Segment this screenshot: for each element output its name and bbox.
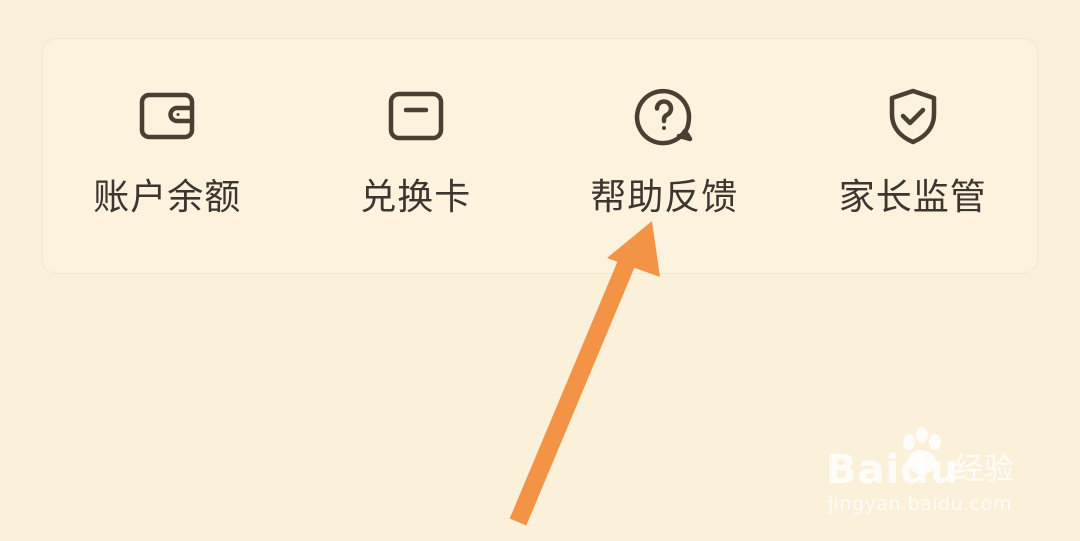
baidu-jingyan-watermark: Baidu 经验 jingyan.baidu.com (826, 426, 1026, 526)
menu-item-parental-control[interactable]: 家长监管 (789, 39, 1038, 273)
quick-menu-card: 账户余额 兑换卡 帮助反馈 家长监管 (42, 38, 1038, 274)
menu-item-label: 帮助反馈 (590, 177, 739, 218)
watermark-product: 经验 (954, 452, 1014, 487)
menu-item-redeem-card[interactable]: 兑换卡 (292, 39, 541, 273)
menu-item-label: 账户余额 (93, 177, 242, 218)
menu-item-label: 兑换卡 (360, 177, 472, 218)
wallet-icon (137, 86, 197, 146)
card-icon (386, 86, 446, 146)
menu-item-account-balance[interactable]: 账户余额 (43, 39, 292, 273)
shield-check-icon (883, 86, 943, 146)
help-chat-icon (634, 86, 694, 146)
watermark-url: jingyan.baidu.com (828, 493, 1012, 515)
menu-item-label: 家长监管 (838, 177, 987, 218)
menu-item-help-feedback[interactable]: 帮助反馈 (540, 39, 789, 273)
watermark-brand: Baidu (826, 447, 960, 493)
